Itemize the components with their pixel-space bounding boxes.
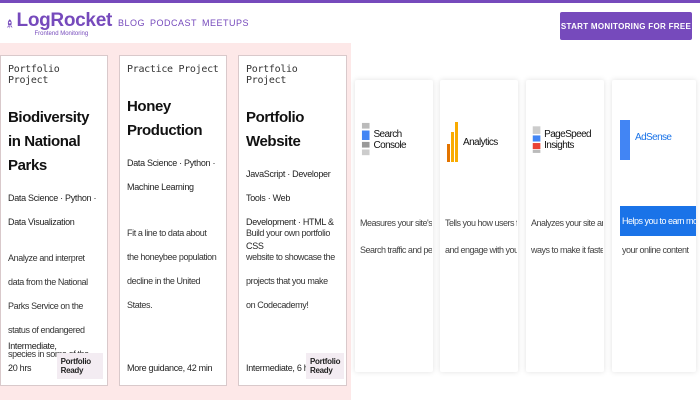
project-kind: Portfolio Project [246,64,298,86]
nav-link-meetups[interactable]: MEETUPS [202,18,249,28]
logrocket-logo[interactable]: LogRocket Frontend Monitoring [6,9,112,39]
tool-name: Analytics [463,136,498,148]
start-monitoring-button[interactable]: START MONITORING FOR FREE [560,12,692,40]
tool-description-highlight: Helps you to earn money from [620,206,696,236]
tool-card-search-console[interactable]: Search Console Measures your site's Goog… [355,80,433,372]
tool-card-analytics[interactable]: Analytics Tells you how users find, use,… [440,80,518,372]
project-card[interactable]: Practice Project Honey Production Data S… [119,55,227,386]
tool-name: PageSpeed Insights [544,129,591,151]
tool-description: Measures your site's Google Search traff… [360,210,432,264]
tool-card-adsense[interactable]: AdSense Helps you to earn money from you… [612,80,696,372]
project-difficulty: Intermediate, 6 hrs [246,363,316,373]
tool-description-line: Analyzes your site and suggests [531,218,603,228]
search-console-icon [361,122,370,156]
tool-description-line: Search traffic and performance [360,245,432,255]
portfolio-ready-badge: Portfolio Ready [306,353,345,379]
nav-link-blog[interactable]: BLOG [118,18,145,28]
project-kind: Practice Project [127,64,219,75]
tool-description: Helps you to earn money from your online… [620,206,696,264]
project-title: Portfolio Website [246,109,305,150]
tool-description: Analyzes your site and suggests ways to … [531,210,603,264]
project-footer: Intermediate, 20 hrs Portfolio Ready [8,335,103,379]
project-footer: Intermediate, 6 hrs Portfolio Ready [246,353,345,379]
project-card[interactable]: Portfolio Project Biodiversity in Nation… [0,55,108,386]
project-title: Biodiversity in National Parks [8,109,90,174]
project-difficulty: More guidance, 42 min [127,363,213,373]
portfolio-ready-badge: Portfolio Ready [56,353,103,379]
nav-link-podcast[interactable]: PODCAST [150,18,197,28]
tool-header: Search Console [361,122,433,158]
tool-description-line: ways to make it faster [531,245,603,255]
tool-description-line: your online content [622,245,689,255]
tool-name: AdSense [635,132,672,143]
adsense-icon [620,120,630,160]
project-tags: Data Science · Python · Machine Learning [127,158,216,192]
project-description: Build your own portfolio website to show… [246,228,335,310]
tool-description-line: Tells you how users find, use, [445,218,517,228]
tool-header: Analytics [446,120,498,164]
rocket-icon [6,19,13,29]
analytics-icon [447,122,458,162]
tool-description: Tells you how users find, use, and engag… [445,210,517,264]
pagespeed-icon [532,126,541,153]
tool-card-pagespeed-insights[interactable]: PageSpeed Insights Analyzes your site an… [526,80,604,372]
tool-description-line: and engage with your site [445,245,517,255]
top-nav: BLOG PODCAST MEETUPS [118,18,249,28]
logo-name: LogRocket [16,10,113,31]
tool-name: Search Console [373,129,406,151]
project-footer: More guidance, 42 min [127,357,222,379]
tool-description-line: Measures your site's Google [360,218,432,228]
project-title: Honey Production [127,98,203,139]
tool-header: PageSpeed Insights [532,122,604,158]
project-description: Fit a line to data about the honeybee po… [127,228,217,310]
tool-header: AdSense [620,120,694,160]
logo-subtitle: Frontend Monitoring [34,31,89,37]
project-difficulty: Intermediate, 20 hrs [8,341,57,373]
site-header: LogRocket Frontend Monitoring BLOG PODCA… [0,3,700,43]
project-card[interactable]: Portfolio Project Portfolio Website Java… [238,55,347,386]
project-kind: Portfolio Project [8,64,60,86]
project-tags: Data Science · Python · Data Visualizati… [8,193,97,227]
